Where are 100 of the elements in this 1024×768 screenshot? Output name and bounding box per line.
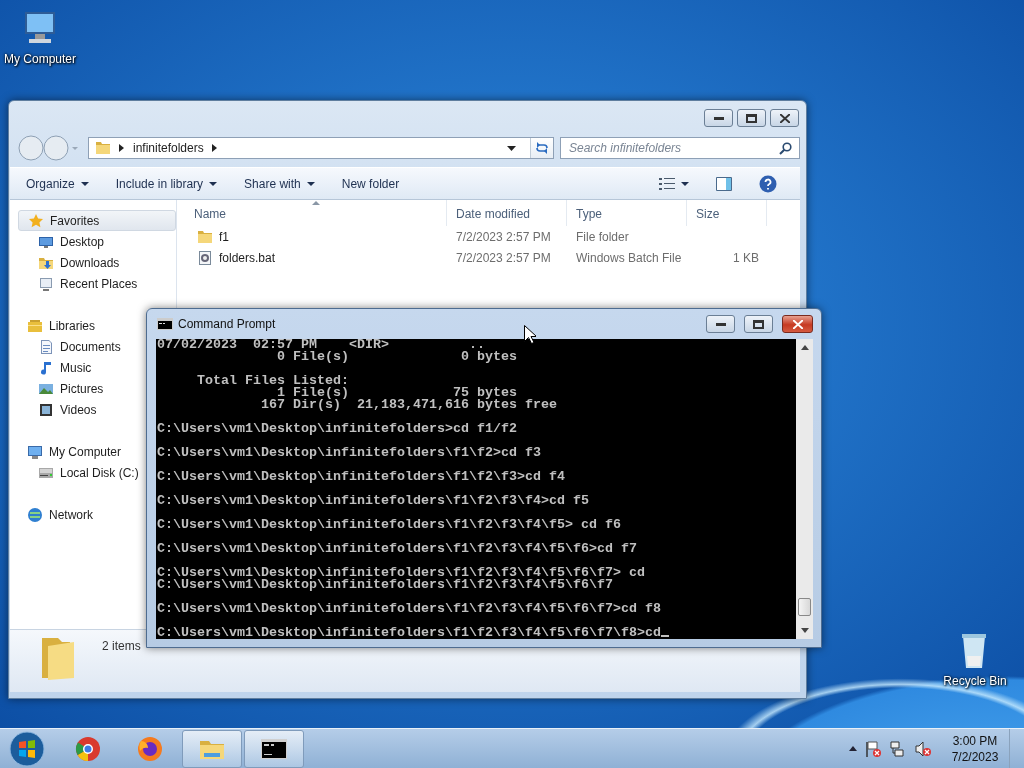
folder-icon (197, 228, 213, 245)
console-line: 0 File(s) 0 bytes (275, 351, 518, 363)
start-icon (9, 730, 45, 767)
table-cell-text: File folder (575, 229, 630, 244)
taskbar-app-button[interactable] (244, 729, 304, 768)
console-line: C:\Users\vm1\Desktop\infinitefolders\f1\f2\f3>cd f4 (157, 471, 566, 483)
nav-item[interactable]: Desktop (18, 231, 105, 252)
desktop-icon-label[interactable]: My Computer (4, 52, 76, 66)
console-line: 07/02/2023 02:57 PM <DIR> .. (157, 339, 485, 351)
chevron-icon[interactable] (211, 144, 218, 152)
details-view-icon (659, 177, 675, 190)
address-bar[interactable]: infinitefolders (88, 137, 554, 159)
clock-date[interactable]: 7/2/2023 (951, 748, 999, 765)
scroll-thumb[interactable] (798, 598, 811, 616)
close-icon (779, 113, 790, 123)
console-line: C:\Users\vm1\Desktop\infinitefolders\f1\f2\f3\f4\f5\f6\f7 (157, 579, 613, 591)
nav-item[interactable]: Local Disk (C:) (18, 462, 139, 483)
text-cursor (660, 635, 669, 637)
browser-icon (136, 734, 164, 763)
caret-icon (80, 181, 89, 186)
document-icon (38, 338, 54, 355)
console-line: 1 File(s) 75 bytes (276, 387, 518, 399)
browser-icon (74, 734, 102, 763)
music-note-icon (38, 359, 54, 376)
computer-icon (27, 443, 43, 460)
column-header[interactable]: Name (185, 200, 447, 226)
caret-icon (306, 181, 315, 186)
flag-icon[interactable] (864, 739, 882, 758)
sort-arrow-icon (311, 201, 320, 205)
file-name[interactable]: folders.bat (219, 250, 276, 265)
nav-item[interactable]: Network (18, 504, 93, 525)
file-name[interactable]: f1 (219, 229, 229, 244)
gear-file-icon (197, 249, 213, 266)
console-line: C:\Users\vm1\Desktop\infinitefolders\f1\f2>cd f3 (157, 447, 542, 459)
nav-item[interactable]: Recent Places (18, 273, 138, 294)
refresh-icon[interactable] (530, 138, 553, 158)
close-button[interactable] (782, 315, 813, 333)
toolbar-button[interactable]: Organize (18, 172, 97, 195)
nav-item[interactable]: Music (18, 357, 92, 378)
console-line: 167 Dir(s) 21,183,471,616 bytes free (259, 399, 558, 411)
star-icon (28, 212, 44, 229)
desktop-icon-label[interactable]: Recycle Bin (943, 674, 1007, 688)
column-header[interactable]: Size (687, 200, 767, 226)
window-title: Command Prompt (178, 317, 276, 331)
console-line: C:\Users\vm1\Desktop\infinitefolders\f1\f2\f3\f4\f5\f6\f7>cd f8 (157, 603, 662, 615)
screen-icon (38, 275, 54, 292)
scrollbar[interactable] (796, 339, 813, 639)
toolbar-button[interactable]: New folder (333, 172, 408, 195)
caret-icon[interactable] (507, 145, 516, 151)
item-count: 2 items (102, 639, 141, 653)
nav-item[interactable]: Videos (18, 399, 97, 420)
close-button[interactable] (770, 109, 799, 127)
console-line: C:\Users\vm1\Desktop\infinitefolders\f1\f2\f3\f4\f5\f6>cd f7 (157, 543, 638, 555)
search-field[interactable]: Search infinitefolders (560, 137, 800, 159)
maximize-button[interactable] (737, 109, 766, 127)
chevron-icon[interactable] (119, 144, 125, 152)
minimize-button[interactable] (704, 109, 733, 127)
close-icon (792, 319, 803, 329)
folder-icon (95, 140, 111, 156)
minimize-icon (713, 116, 724, 120)
maximize-icon (746, 113, 757, 123)
nav-item[interactable]: My Computer (18, 441, 122, 462)
caret-icon (681, 181, 689, 186)
show-hidden-icons[interactable] (849, 746, 857, 751)
help-icon (759, 174, 777, 193)
network-icon[interactable] (889, 739, 907, 758)
toolbar-button[interactable]: Share with (236, 172, 323, 195)
nav-item[interactable]: Libraries (18, 315, 96, 336)
toolbar-button[interactable]: Include in library (107, 172, 226, 195)
table-cell-text: Windows Batch File (575, 250, 683, 265)
console-line: C:\Users\vm1\Desktop\infinitefolders\f1\f2\f3\f4\f5> cd f6 (157, 519, 622, 531)
console-line: C:\Users\vm1\Desktop\infinitefolders\f1\f2\f3\f4>cd f5 (157, 495, 590, 507)
maximize-icon (753, 319, 764, 329)
globe-icon (27, 506, 43, 523)
search-icon[interactable] (779, 142, 792, 155)
scroll-down-icon[interactable] (800, 628, 809, 633)
console-line: C:\Users\vm1\Desktop\infinitefolders\f1\f2\f3\f4\f5\f6\f7> cd (157, 567, 646, 579)
table-cell-text: 7/2/2023 2:57 PM (455, 229, 552, 244)
film-icon (38, 401, 54, 418)
nav-item[interactable]: Pictures (18, 378, 104, 399)
column-header[interactable]: Date modified (447, 200, 567, 226)
speaker-icon[interactable] (914, 739, 932, 758)
pane-icon (716, 176, 732, 191)
clock-time[interactable]: 3:00 PM (952, 732, 998, 749)
maximize-button[interactable] (744, 315, 773, 333)
nav-item[interactable]: Favorites (18, 210, 176, 231)
nav-item[interactable]: Downloads (18, 252, 120, 273)
console-line: C:\Users\vm1\Desktop\infinitefolders\f1\f2\f3\f4\f5\f6\f7\f8>cd (157, 627, 796, 639)
caret-icon (209, 181, 218, 186)
console-icon (157, 318, 173, 330)
console-line: C:\Users\vm1\Desktop\infinitefolders>cd f1/f2 (157, 423, 518, 435)
minimize-icon (715, 322, 726, 326)
minimize-button[interactable] (706, 315, 735, 333)
table-cell-text: 7/2/2023 2:57 PM (455, 250, 552, 265)
breadcrumb[interactable]: infinitefolders (133, 141, 204, 155)
column-header[interactable]: Type (567, 200, 687, 226)
nav-item[interactable]: Documents (18, 336, 121, 357)
library-icon (27, 317, 43, 334)
console-line: Total Files Listed: (196, 375, 350, 387)
scroll-up-icon[interactable] (800, 345, 809, 350)
